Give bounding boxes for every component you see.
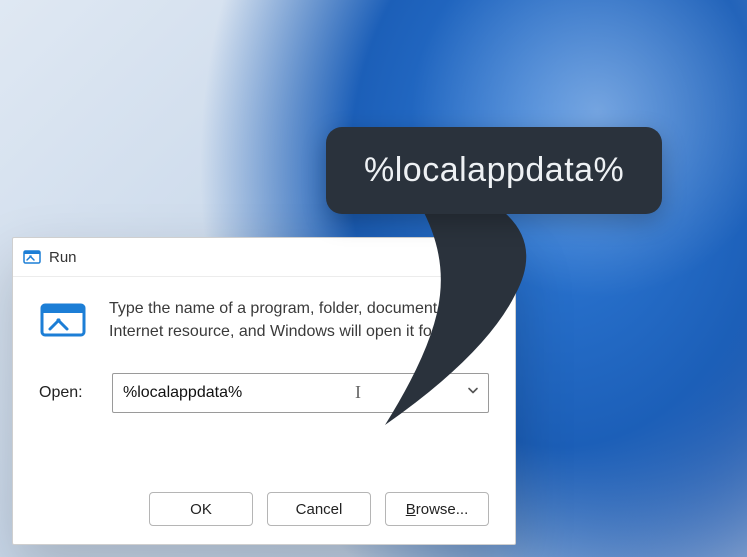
dialog-body: Type the name of a program, folder, docu…: [13, 277, 515, 413]
open-combobox[interactable]: I: [112, 373, 489, 413]
open-input[interactable]: [113, 374, 488, 412]
browse-label-rest: rowse...: [416, 501, 469, 518]
run-dialog: Run Type the name of a program, folder, …: [12, 237, 516, 545]
run-large-icon: [39, 299, 87, 341]
ok-button[interactable]: OK: [149, 492, 253, 526]
callout-text: %localappdata%: [364, 151, 624, 189]
run-dialog-icon: [23, 248, 41, 266]
dialog-description: Type the name of a program, folder, docu…: [109, 297, 489, 343]
browse-button[interactable]: Browse...: [385, 492, 489, 526]
open-label: Open:: [39, 384, 94, 402]
dialog-button-row: OK Cancel Browse...: [149, 492, 489, 526]
annotation-callout: %localappdata%: [326, 127, 662, 214]
browse-accelerator: B: [406, 501, 416, 518]
titlebar[interactable]: Run: [13, 238, 515, 277]
window-title: Run: [49, 249, 77, 266]
cancel-button[interactable]: Cancel: [267, 492, 371, 526]
desktop-background: Run Type the name of a program, folder, …: [0, 0, 747, 557]
